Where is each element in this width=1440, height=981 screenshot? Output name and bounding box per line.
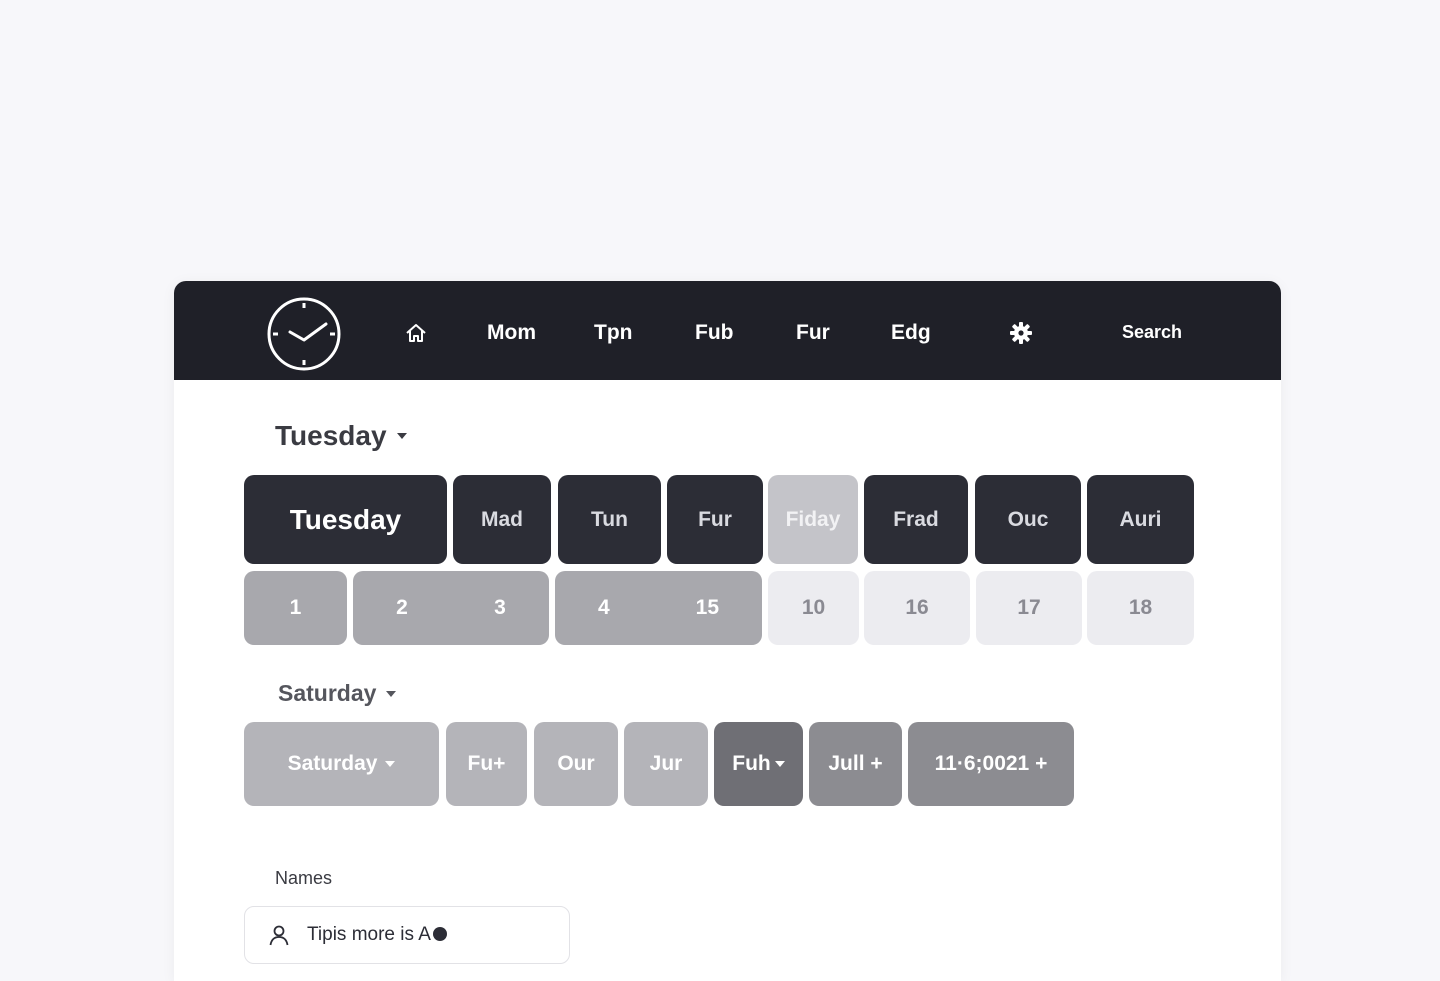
day-tile[interactable]: Fur bbox=[667, 475, 763, 564]
filter-chip-dropdown[interactable]: Fuh bbox=[714, 722, 803, 806]
names-input[interactable]: Tipis more is A bbox=[244, 906, 570, 964]
day-tile[interactable]: Tun bbox=[558, 475, 661, 564]
chip-label: Fuh bbox=[732, 752, 771, 775]
section-tuesday-label: Tuesday bbox=[275, 420, 387, 451]
date-tile[interactable]: 1 bbox=[244, 571, 347, 645]
date-label: 3 bbox=[494, 596, 506, 619]
top-navbar: Mom Tpn Fub Fur Edg Search bbox=[174, 281, 1281, 380]
date-tile[interactable]: 10 bbox=[768, 571, 859, 645]
filter-chip[interactable]: 11·6;0021 + bbox=[908, 722, 1074, 806]
filter-chip[interactable]: Jull + bbox=[809, 722, 902, 806]
day-tile[interactable]: Ouc bbox=[975, 475, 1081, 564]
nav-link-mom[interactable]: Mom bbox=[487, 319, 536, 347]
date-label: 2 bbox=[396, 596, 408, 619]
cursor-dot-icon bbox=[432, 927, 447, 941]
section-saturday-dropdown[interactable]: Saturday bbox=[278, 680, 397, 707]
date-range-tile[interactable]: 2 3 bbox=[353, 571, 549, 645]
filter-chip[interactable]: Jur bbox=[624, 722, 708, 806]
date-label: 4 bbox=[597, 596, 610, 619]
day-tile[interactable]: Auri bbox=[1087, 475, 1194, 564]
nav-link-fur[interactable]: Fur bbox=[796, 319, 830, 347]
section-tuesday-dropdown[interactable]: Tuesday bbox=[275, 420, 407, 452]
section-saturday-label: Saturday bbox=[278, 680, 377, 706]
filter-chip[interactable]: Our bbox=[534, 722, 618, 806]
names-label: Names bbox=[275, 868, 333, 888]
day-tile[interactable]: Mad bbox=[453, 475, 551, 564]
nav-link-tpn[interactable]: Tpn bbox=[594, 319, 632, 347]
day-tile[interactable]: Frad bbox=[864, 475, 968, 564]
gear-icon[interactable] bbox=[1009, 321, 1033, 345]
chevron-down-icon bbox=[385, 761, 396, 767]
date-range-tile[interactable]: 4 15 bbox=[555, 571, 762, 645]
chevron-down-icon bbox=[396, 433, 407, 439]
nav-link-fub[interactable]: Fub bbox=[695, 319, 733, 347]
chevron-down-icon bbox=[774, 761, 785, 767]
user-icon bbox=[269, 925, 289, 946]
search-link[interactable]: Search bbox=[1122, 319, 1182, 345]
date-label: 15 bbox=[695, 596, 719, 619]
saturday-select-chip[interactable]: Saturday bbox=[244, 722, 439, 806]
names-input-value: Tipis more is A bbox=[307, 924, 431, 945]
day-tile[interactable]: Tuesday bbox=[244, 475, 447, 564]
home-icon[interactable] bbox=[404, 321, 428, 345]
date-tile[interactable]: 18 bbox=[1087, 571, 1194, 645]
filter-chip[interactable]: Fu+ bbox=[446, 722, 527, 806]
date-tile[interactable]: 17 bbox=[976, 571, 1082, 645]
day-tile[interactable]: Fiday bbox=[768, 475, 858, 564]
date-tile[interactable]: 16 bbox=[864, 571, 970, 645]
clock-icon[interactable] bbox=[266, 296, 342, 372]
chevron-down-icon bbox=[386, 690, 397, 697]
nav-link-edg[interactable]: Edg bbox=[891, 319, 931, 347]
calendar-card: Mom Tpn Fub Fur Edg Search Tuesday Tuesd… bbox=[174, 281, 1281, 981]
chip-label: Saturday bbox=[287, 752, 378, 775]
